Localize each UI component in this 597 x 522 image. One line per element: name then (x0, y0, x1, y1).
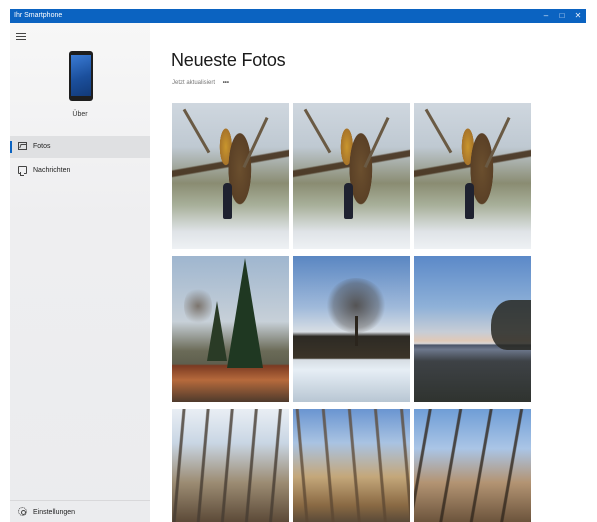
hamburger-menu-icon[interactable] (16, 33, 26, 40)
photo-tile[interactable] (414, 256, 531, 402)
page-title: Neueste Fotos (171, 50, 286, 70)
device-name-label[interactable]: Über (10, 111, 150, 118)
sidebar: Über Fotos Nachrichten Einstellungen (10, 23, 150, 522)
refresh-status-text: Jetzt aktualisiert (172, 80, 216, 86)
sidebar-item-messages[interactable]: Nachrichten (10, 160, 150, 182)
photo-tile[interactable] (293, 256, 410, 402)
sidebar-item-label: Nachrichten (33, 167, 71, 174)
photo-tile[interactable] (172, 409, 289, 522)
window-titlebar: Ihr Smartphone – □ ✕ (10, 9, 586, 23)
sidebar-item-label: Einstellungen (33, 509, 76, 516)
sidebar-item-settings[interactable]: Einstellungen (10, 500, 150, 522)
sidebar-item-label: Fotos (33, 143, 51, 150)
photo-icon (18, 142, 27, 150)
active-indicator (10, 141, 12, 153)
window-title: Ihr Smartphone (14, 12, 63, 19)
more-options-button[interactable]: ••• (223, 80, 229, 86)
close-button[interactable]: ✕ (570, 9, 586, 23)
minimize-button[interactable]: – (538, 9, 554, 23)
gear-icon (18, 507, 27, 516)
photo-tile[interactable] (414, 409, 531, 522)
photo-tile[interactable] (293, 409, 410, 522)
photo-tile[interactable] (293, 103, 410, 249)
photo-tile[interactable] (414, 103, 531, 249)
photo-tile[interactable] (172, 103, 289, 249)
maximize-button[interactable]: □ (554, 9, 570, 23)
phone-icon (69, 51, 93, 101)
message-icon (18, 166, 27, 176)
photo-tile[interactable] (172, 256, 289, 402)
sidebar-item-photos[interactable]: Fotos (10, 136, 150, 158)
refresh-status: Jetzt aktualisiert ••• (172, 80, 229, 86)
